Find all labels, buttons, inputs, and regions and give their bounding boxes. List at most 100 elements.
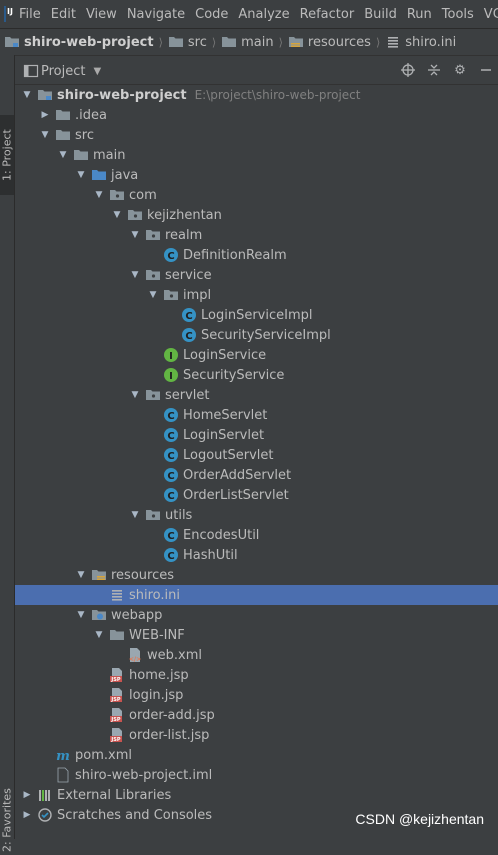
tree-row[interactable]: ▼ realm <box>15 225 498 245</box>
breadcrumb-label: shiro.ini <box>405 34 457 50</box>
menu-file[interactable]: File <box>14 7 46 22</box>
tree-row[interactable]: ▼ utils <box>15 505 498 525</box>
tree-row[interactable]: C HashUtil <box>15 545 498 565</box>
menu-build[interactable]: Build <box>359 7 402 22</box>
tree-item-label: kejizhentan <box>147 207 222 223</box>
tree-row[interactable]: ▼ src <box>15 125 498 145</box>
tree-row[interactable]: C EncodesUtil <box>15 525 498 545</box>
tree-row[interactable]: shiro.ini <box>15 585 498 605</box>
tree-row[interactable]: ▼ kejizhentan <box>15 205 498 225</box>
tree-item-path: E:\project\shiro-web-project <box>194 88 361 102</box>
arrow-placeholder <box>147 249 159 261</box>
menu-tools[interactable]: Tools <box>437 7 479 22</box>
menu-navigate[interactable]: Navigate <box>122 7 190 22</box>
expand-arrow-icon[interactable]: ▼ <box>111 209 123 221</box>
tree-row[interactable]: C LoginServlet <box>15 425 498 445</box>
breadcrumb-item-src[interactable]: src <box>166 34 209 50</box>
svg-text:JSP: JSP <box>110 737 120 743</box>
breadcrumb-item-main[interactable]: main <box>219 34 275 50</box>
breadcrumb-item-shiro-ini[interactable]: shiro.ini <box>383 34 458 50</box>
expand-arrow-icon[interactable]: ▼ <box>147 289 159 301</box>
tree-item-label: realm <box>165 227 203 243</box>
expand-arrow-icon[interactable]: ▼ <box>129 509 141 521</box>
tree-row[interactable]: ▶ .idea <box>15 105 498 125</box>
collapse-arrow-icon[interactable]: ▶ <box>21 789 33 801</box>
tab-favorites[interactable]: 2: Favorites <box>0 785 14 855</box>
panel-title[interactable]: Project <box>41 64 85 79</box>
arrow-placeholder <box>147 529 159 541</box>
menu-vcs[interactable]: VC <box>479 7 498 22</box>
maven-icon: m <box>55 747 71 763</box>
expand-arrow-icon[interactable]: ▼ <box>129 389 141 401</box>
expand-arrow-icon[interactable]: ▼ <box>75 169 87 181</box>
tree-row[interactable]: ▼ shiro-web-project E:\project\shiro-web-p… <box>15 85 498 105</box>
svg-text:C: C <box>167 531 174 542</box>
expand-arrow-icon[interactable]: ▼ <box>93 189 105 201</box>
tree-row[interactable]: m pom.xml <box>15 745 498 765</box>
tree-row[interactable]: ▼ service <box>15 265 498 285</box>
jsp-file-icon: JSP <box>109 667 125 683</box>
tree-row[interactable]: ▼ servlet <box>15 385 498 405</box>
tree-row[interactable]: ▶ External Libraries <box>15 785 498 805</box>
tree-row[interactable]: JSP order-list.jsp <box>15 725 498 745</box>
breadcrumb-item-resources[interactable]: resources <box>286 34 373 50</box>
menu-run[interactable]: Run <box>402 7 437 22</box>
expand-arrow-icon[interactable]: ▼ <box>75 609 87 621</box>
tree-row[interactable]: ▼ WEB-INF <box>15 625 498 645</box>
tree-row[interactable]: shiro-web-project.iml <box>15 765 498 785</box>
collapse-arrow-icon[interactable]: ▶ <box>21 809 33 821</box>
tree-item-label: OrderAddServlet <box>183 467 292 483</box>
tree-row[interactable]: C SecurityServiceImpl <box>15 325 498 345</box>
menu-edit[interactable]: Edit <box>46 7 81 22</box>
minimize-icon[interactable] <box>478 62 494 78</box>
tree-row[interactable]: ▼ resources <box>15 565 498 585</box>
tree-item-label: web.xml <box>147 647 202 663</box>
gear-icon[interactable]: ⚙ <box>452 62 468 78</box>
expand-arrow-icon[interactable]: ▼ <box>21 89 33 101</box>
tree-row[interactable]: C HomeServlet <box>15 405 498 425</box>
expand-arrow-icon[interactable]: ▼ <box>129 229 141 241</box>
expand-arrow-icon[interactable]: ▼ <box>129 269 141 281</box>
tree-row[interactable]: I LoginService <box>15 345 498 365</box>
locate-icon[interactable] <box>400 62 416 78</box>
tree-row[interactable]: JSP login.jsp <box>15 685 498 705</box>
tree-row[interactable]: C OrderListServlet <box>15 485 498 505</box>
tree-row[interactable]: </> web.xml <box>15 645 498 665</box>
tree-row[interactable]: ▼ impl <box>15 285 498 305</box>
tree-row[interactable]: ▼ main <box>15 145 498 165</box>
package-icon <box>163 287 179 303</box>
expand-arrow-icon[interactable]: ▼ <box>39 129 51 141</box>
left-tool-strip: 1: Project 2: Favorites <box>0 55 15 852</box>
tree-item-label: WEB-INF <box>129 627 185 643</box>
tree-row[interactable]: C LogoutServlet <box>15 445 498 465</box>
menu-view[interactable]: View <box>81 7 122 22</box>
chevron-down-icon[interactable]: ▼ <box>93 66 101 77</box>
class-icon: C <box>163 547 179 563</box>
menu-refactor[interactable]: Refactor <box>295 7 360 22</box>
breadcrumb-item-project[interactable]: shiro-web-project <box>0 34 156 50</box>
tree-item-label: main <box>93 147 126 163</box>
collapse-all-icon[interactable] <box>426 62 442 78</box>
tree-row[interactable]: JSP order-add.jsp <box>15 705 498 725</box>
menu-code[interactable]: Code <box>190 7 233 22</box>
tree-row[interactable]: C LoginServiceImpl <box>15 305 498 325</box>
svg-text:C: C <box>167 491 174 502</box>
svg-text:m: m <box>56 749 70 763</box>
tree-item-label: DefinitionRealm <box>183 247 287 263</box>
expand-arrow-icon[interactable]: ▼ <box>93 629 105 641</box>
tree-row[interactable]: JSP home.jsp <box>15 665 498 685</box>
tree-row[interactable]: ▼ webapp <box>15 605 498 625</box>
tree-row[interactable]: C DefinitionRealm <box>15 245 498 265</box>
expand-arrow-icon[interactable]: ▼ <box>75 569 87 581</box>
menu-analyze[interactable]: Analyze <box>233 7 294 22</box>
tree-row[interactable]: ▼ com <box>15 185 498 205</box>
tab-project[interactable]: 1: Project <box>0 115 14 195</box>
tree-item-label: LoginServlet <box>183 427 265 443</box>
arrow-placeholder <box>147 469 159 481</box>
collapse-arrow-icon[interactable]: ▶ <box>39 109 51 121</box>
tree-row[interactable]: C OrderAddServlet <box>15 465 498 485</box>
tree-row[interactable]: I SecurityService <box>15 365 498 385</box>
project-tree: ▼ shiro-web-project E:\project\shiro-web-p… <box>15 85 498 839</box>
tree-row[interactable]: ▼ java <box>15 165 498 185</box>
expand-arrow-icon[interactable]: ▼ <box>57 149 69 161</box>
